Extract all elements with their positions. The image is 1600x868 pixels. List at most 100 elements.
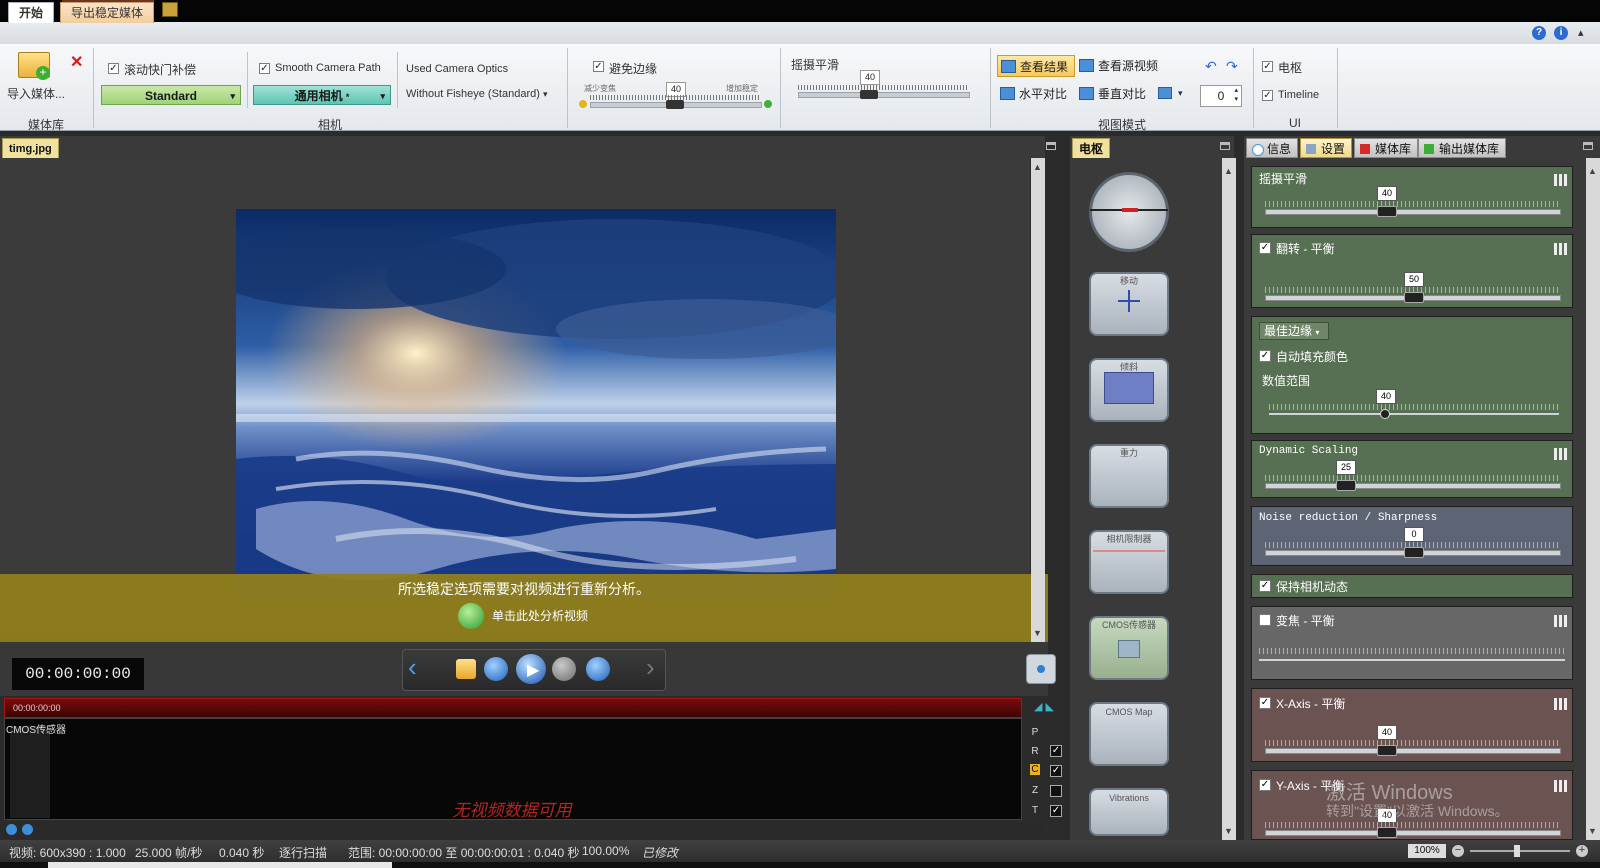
dynamic-scaling-thumb[interactable] <box>1336 480 1356 491</box>
status-frame-duration: 0.040 秒 <box>219 846 265 860</box>
horizontal-compare-button[interactable]: 水平对比 <box>997 83 1075 105</box>
pan-smooth-slider[interactable] <box>798 92 970 98</box>
channel-z-label: Z <box>1031 785 1039 796</box>
view-source-button[interactable]: 查看源视频 <box>1076 55 1182 77</box>
channel-r-checkbox[interactable]: ✓ <box>1050 745 1062 757</box>
avoid-border-checkbox[interactable]: ✓ <box>593 61 604 72</box>
info-icon[interactable]: i <box>1554 26 1568 40</box>
view-result-button[interactable]: 查看结果 <box>997 55 1075 77</box>
y-axis-checkbox[interactable]: ✓ <box>1259 779 1271 791</box>
flip-balance-checkbox[interactable]: ✓ <box>1259 242 1271 254</box>
noise-sharpness-thumb[interactable] <box>1404 547 1424 558</box>
pan-smooth-slider[interactable] <box>1265 209 1561 215</box>
zoom-out-icon[interactable]: − <box>1452 845 1464 857</box>
zoom-level-box[interactable]: 100% <box>1408 844 1446 858</box>
tab-info[interactable]: 信息 <box>1246 138 1299 158</box>
dynamic-scaling-slider[interactable] <box>1265 483 1561 489</box>
redo-icon[interactable]: ↷ <box>1226 58 1238 75</box>
analyze-video-link[interactable]: 单击此处分析视频 <box>458 603 588 629</box>
camera-type-dropdown[interactable]: 通用相机 * ▾ <box>253 85 391 105</box>
bar-chart-icon[interactable] <box>1554 174 1568 186</box>
scroll-down-icon[interactable]: ▼ <box>1033 628 1042 638</box>
flip-balance-thumb[interactable] <box>1404 292 1424 303</box>
previous-icon[interactable]: ‹ <box>408 654 417 680</box>
optics-value: Without Fisheye (Standard) <box>406 88 540 100</box>
channel-c-label[interactable]: C <box>1030 764 1040 775</box>
preview-scrollbar[interactable] <box>1031 158 1045 642</box>
scroll-up-icon[interactable]: ▲ <box>1588 166 1597 176</box>
file-tab[interactable]: timg.jpg <box>2 138 59 160</box>
best-border-dropdown[interactable]: 最佳边缘 ▾ <box>1259 322 1329 340</box>
chevron-down-icon[interactable]: ▾ <box>1178 88 1183 99</box>
zoom-balance-checkbox[interactable] <box>1259 614 1271 626</box>
settings-scrollbar[interactable] <box>1586 158 1600 840</box>
taskbar-search-box[interactable] <box>48 862 392 868</box>
loop-icon[interactable] <box>456 659 476 679</box>
bar-chart-icon[interactable] <box>1554 448 1568 460</box>
tab-media-library[interactable]: 媒体库 <box>1354 138 1419 158</box>
dashboard-tab[interactable]: 电枢 <box>1072 138 1111 160</box>
import-media-button[interactable]: 导入媒体... <box>7 85 65 102</box>
channel-t-checkbox[interactable]: ✓ <box>1050 805 1062 817</box>
zoom-in-icon[interactable]: + <box>1576 845 1588 857</box>
columns-icon[interactable] <box>162 2 178 17</box>
dashboard-checkbox[interactable]: ✓ <box>1262 61 1273 72</box>
pan-smooth-slider-thumb[interactable] <box>860 90 878 99</box>
zoom-in-icon[interactable] <box>6 824 17 835</box>
tab-output-library[interactable]: 输出媒体库 <box>1418 138 1507 158</box>
zoom-balance-slider[interactable] <box>1259 659 1565 661</box>
collapse-ribbon-icon[interactable]: ▴ <box>1578 26 1584 39</box>
avoid-border-slider-thumb[interactable] <box>666 100 684 109</box>
timeline-zoom-icon[interactable]: ◢ ◣ <box>1034 700 1054 713</box>
x-axis-slider[interactable] <box>1265 748 1561 754</box>
y-axis-slider[interactable] <box>1265 830 1561 836</box>
cmos-icon <box>1118 640 1140 658</box>
x-axis-thumb[interactable] <box>1377 745 1397 756</box>
zoom-out-icon[interactable] <box>22 824 33 835</box>
y-axis-thumb[interactable] <box>1377 827 1397 838</box>
pause-icon[interactable] <box>552 657 576 681</box>
x-axis-checkbox[interactable]: ✓ <box>1259 697 1271 709</box>
skip-forward-icon[interactable] <box>586 657 610 681</box>
channel-c-checkbox[interactable]: ✓ <box>1050 765 1062 777</box>
rolling-shutter-dropdown[interactable]: Standard ▾ <box>101 85 241 105</box>
maximize-panel-icon[interactable] <box>1583 142 1593 150</box>
help-icon[interactable]: ? <box>1532 26 1546 40</box>
auto-fill-checkbox[interactable]: ✓ <box>1259 350 1271 362</box>
timeline-zoom-bar <box>4 822 1044 838</box>
bar-chart-icon[interactable] <box>1554 615 1568 627</box>
smooth-path-checkbox[interactable]: ✓ <box>259 63 270 74</box>
skip-back-icon[interactable] <box>484 657 508 681</box>
pan-smooth-thumb[interactable] <box>1377 206 1397 217</box>
bar-chart-icon[interactable] <box>1554 780 1568 792</box>
keep-camera-motion-checkbox[interactable]: ✓ <box>1259 580 1271 592</box>
zoom-slider-thumb[interactable] <box>1514 845 1520 857</box>
tab-settings[interactable]: 设置 <box>1300 138 1353 158</box>
timeline-ruler[interactable]: 00:00:00:00 <box>4 698 1022 718</box>
tab-start[interactable]: 开始 <box>8 2 55 23</box>
scroll-down-icon[interactable]: ▼ <box>1588 826 1597 836</box>
value-range-thumb[interactable] <box>1380 409 1390 419</box>
maximize-panel-icon[interactable] <box>1220 142 1230 150</box>
channel-z-checkbox[interactable] <box>1050 785 1062 797</box>
maximize-panel-icon[interactable] <box>1046 142 1056 150</box>
tab-export-stabilized[interactable]: 导出稳定媒体 <box>60 2 155 23</box>
timeline-checkbox[interactable]: ✓ <box>1262 90 1273 101</box>
scroll-up-icon[interactable]: ▲ <box>1224 166 1233 176</box>
frame-offset-spinner[interactable]: 0 ▴ ▾ <box>1200 85 1242 107</box>
remove-media-icon[interactable]: ✕ <box>70 52 83 72</box>
spin-arrows-icon[interactable]: ▴ ▾ <box>1234 86 1238 104</box>
scroll-up-icon[interactable]: ▲ <box>1033 162 1042 172</box>
dashboard-scrollbar[interactable] <box>1222 158 1236 840</box>
zoom-slider[interactable] <box>1470 850 1570 852</box>
undo-icon[interactable]: ↶ <box>1205 58 1217 75</box>
optics-dropdown[interactable]: Without Fisheye (Standard) ▾ <box>406 88 547 100</box>
value-range-slider[interactable] <box>1269 413 1559 415</box>
next-icon[interactable]: › <box>646 654 655 680</box>
scroll-down-icon[interactable]: ▼ <box>1224 826 1233 836</box>
rolling-shutter-checkbox[interactable]: ✓ <box>108 63 119 74</box>
bar-chart-icon[interactable] <box>1554 698 1568 710</box>
display-icon[interactable] <box>1158 87 1172 99</box>
vertical-compare-button[interactable]: 垂直对比 <box>1076 83 1156 105</box>
bar-chart-icon[interactable] <box>1554 243 1568 255</box>
